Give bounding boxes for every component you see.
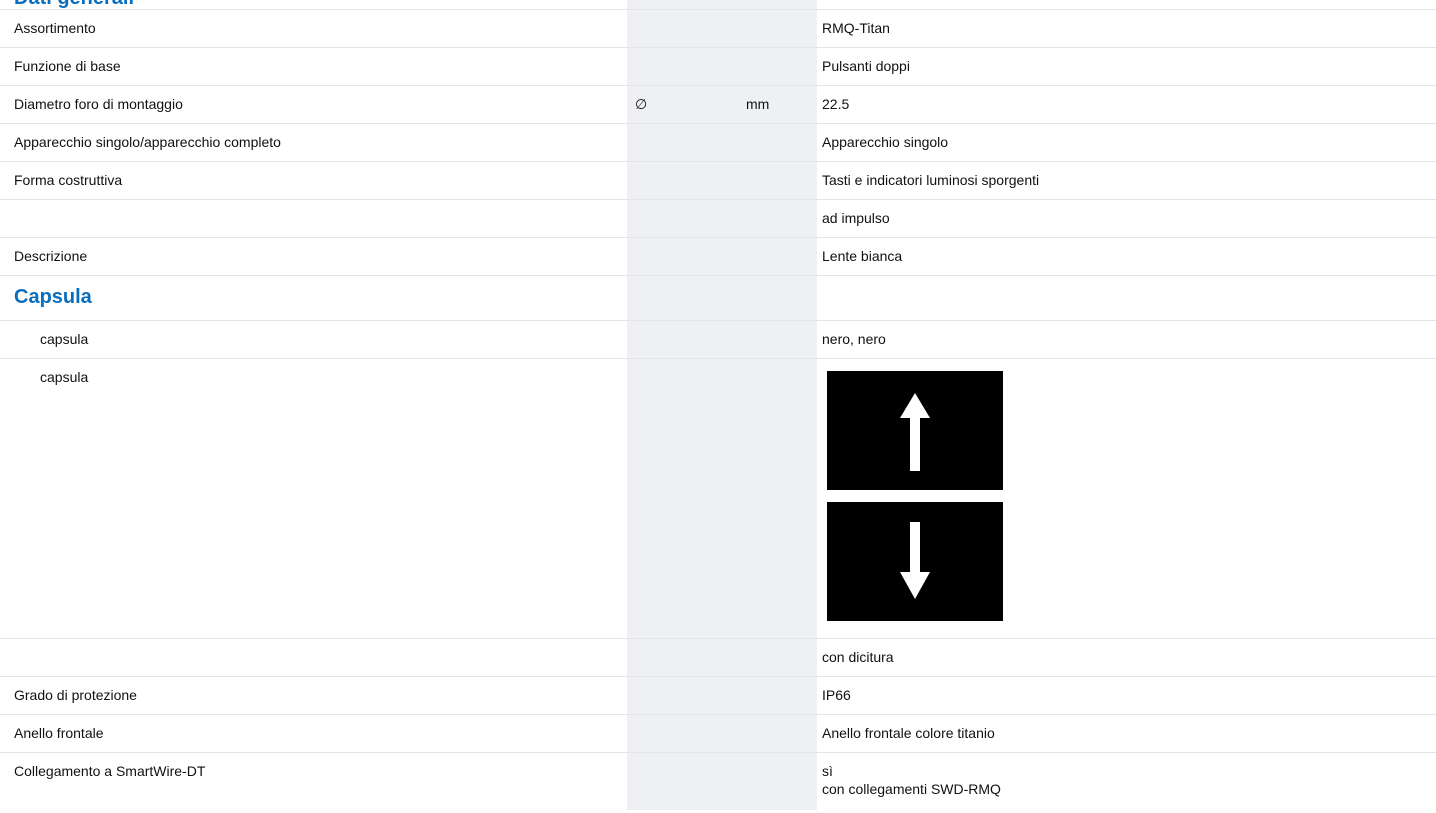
row-label: capsula	[40, 369, 89, 385]
row-label: capsula	[40, 331, 89, 347]
table-row: Funzione di base Pulsanti doppi	[0, 47, 1436, 85]
row-value: Apparecchio singolo	[822, 134, 949, 150]
row-value: Pulsanti doppi	[822, 58, 910, 74]
table-row: Assortimento RMQ-Titan	[0, 9, 1436, 47]
table-row: Collegamento a SmartWire-DT sì con colle…	[0, 752, 1436, 813]
diameter-symbol: ∅	[635, 96, 648, 112]
section-row: Capsula	[0, 275, 1436, 320]
row-value: RMQ-Titan	[822, 20, 890, 36]
row-label: Grado di protezione	[14, 687, 137, 703]
table-row: Descrizione Lente bianca	[0, 237, 1436, 275]
table-row: con dicitura	[0, 638, 1436, 676]
spec-table: Assortimento RMQ-Titan Funzione di base …	[0, 9, 1436, 813]
row-value: Anello frontale colore titanio	[822, 725, 995, 741]
row-value: IP66	[822, 687, 851, 703]
row-label: Anello frontale	[14, 725, 104, 741]
row-value: nero, nero	[822, 331, 886, 347]
row-value-multiline: sì con collegamenti SWD-RMQ	[822, 753, 1001, 798]
table-row: Grado di protezione IP66	[0, 676, 1436, 714]
row-label: Funzione di base	[14, 58, 121, 74]
table-row: Diametro foro di montaggio ∅ mm 22.5	[0, 85, 1436, 123]
value-line: sì	[822, 763, 833, 779]
row-label: Collegamento a SmartWire-DT	[14, 763, 206, 779]
table-row: Forma costruttiva Tasti e indicatori lum…	[0, 161, 1436, 199]
unit-label: mm	[746, 96, 770, 112]
row-label: Diametro foro di montaggio	[14, 96, 183, 112]
row-value: ad impulso	[822, 210, 890, 226]
spec-sheet: Dati generali Assortimento RMQ-Titan Fun…	[0, 0, 1436, 810]
row-value: 22.5	[822, 96, 850, 112]
double-pushbutton-image	[827, 371, 1003, 621]
table-row: Apparecchio singolo/apparecchio completo…	[0, 123, 1436, 161]
section-heading-cut: Dati generali	[14, 0, 134, 8]
row-value: Lente bianca	[822, 248, 903, 264]
table-row: capsula nero, nero	[0, 320, 1436, 358]
row-value: con dicitura	[822, 649, 894, 665]
row-label: Descrizione	[14, 248, 88, 264]
row-value: Tasti e indicatori luminosi sporgenti	[822, 172, 1040, 188]
value-line: con collegamenti SWD-RMQ	[822, 781, 1001, 797]
table-row: ad impulso	[0, 199, 1436, 237]
table-row: capsula	[0, 358, 1436, 638]
table-row: Anello frontale Anello frontale colore t…	[0, 714, 1436, 752]
row-label: Forma costruttiva	[14, 172, 123, 188]
row-label: Apparecchio singolo/apparecchio completo	[14, 134, 281, 150]
row-label: Assortimento	[14, 20, 96, 36]
section-title-capsula: Capsula	[14, 286, 92, 308]
